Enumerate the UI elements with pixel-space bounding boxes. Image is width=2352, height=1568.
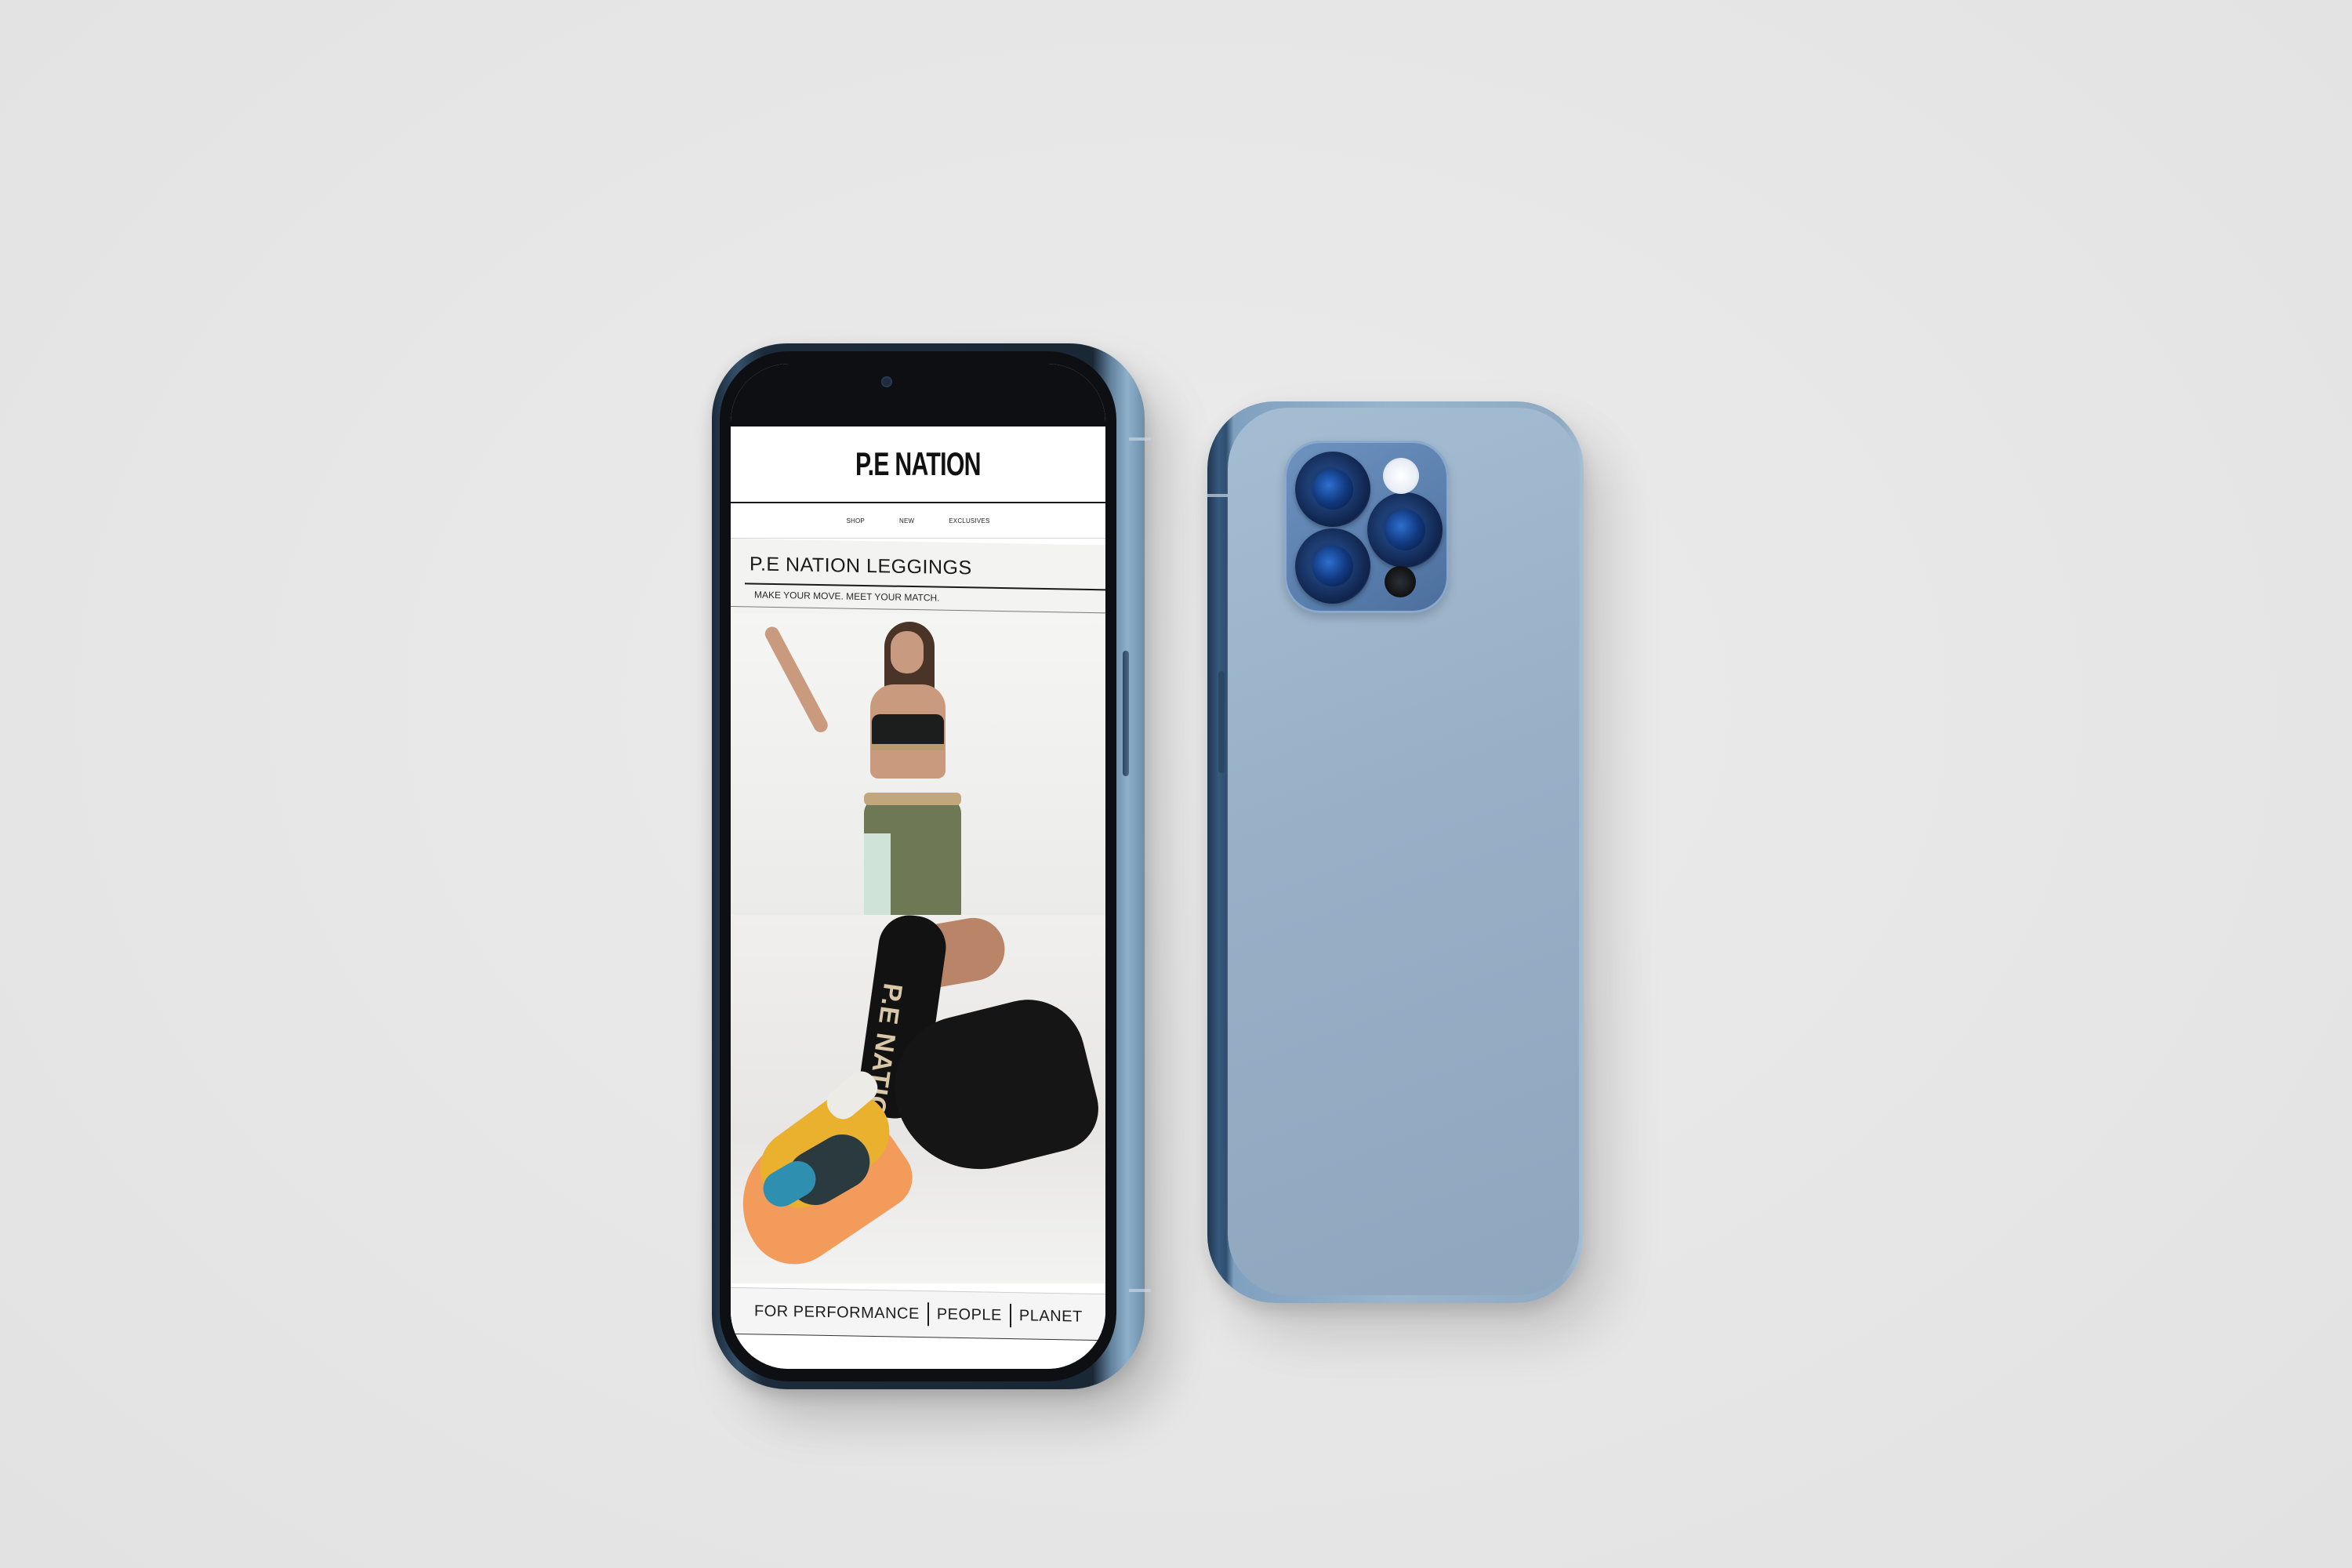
tagline-people[interactable]: PEOPLE bbox=[937, 1305, 1002, 1324]
front-phone: P.E NATION SHOP NEW EXCLUSIVES P.E NATIO… bbox=[712, 343, 1151, 1389]
antenna-band bbox=[1129, 437, 1151, 441]
camera-lens-icon bbox=[1367, 492, 1443, 568]
brand-logo[interactable]: P.E NATION bbox=[855, 445, 981, 483]
hero-title: P.E NATION LEGGINGS bbox=[750, 553, 972, 579]
power-button bbox=[1123, 651, 1129, 776]
shorts-waistband bbox=[864, 793, 961, 805]
tagline-separator bbox=[1009, 1304, 1011, 1328]
notch bbox=[840, 364, 994, 411]
side-button bbox=[1218, 671, 1225, 773]
model-photo[interactable] bbox=[731, 614, 1105, 915]
website: P.E NATION SHOP NEW EXCLUSIVES P.E NATIO… bbox=[731, 426, 1105, 1369]
camera-lens-icon bbox=[1295, 452, 1370, 527]
leggings-photo[interactable]: P.E NATION bbox=[731, 915, 1105, 1283]
status-area bbox=[731, 364, 1105, 426]
nav-item-new[interactable]: NEW bbox=[899, 517, 914, 524]
model-arm bbox=[762, 624, 830, 735]
nav-item-exclusives[interactable]: EXCLUSIVES bbox=[949, 517, 989, 524]
antenna-band bbox=[1207, 494, 1229, 497]
front-camera-icon bbox=[881, 376, 892, 387]
tagline-performance[interactable]: FOR PERFORMANCE bbox=[754, 1302, 920, 1323]
header: P.E NATION bbox=[731, 426, 1105, 503]
tagline-planet[interactable]: PLANET bbox=[1019, 1307, 1083, 1326]
back-phone bbox=[1207, 401, 1584, 1303]
hero-subtitle: MAKE YOUR MOVE. MEET YOUR MATCH. bbox=[754, 589, 940, 604]
phone-screen: P.E NATION SHOP NEW EXCLUSIVES P.E NATIO… bbox=[731, 364, 1105, 1369]
antenna-band bbox=[1129, 1289, 1151, 1292]
nav-item-shop[interactable]: SHOP bbox=[847, 517, 865, 524]
tagline-bar: FOR PERFORMANCE PEOPLE PLANET bbox=[731, 1287, 1105, 1341]
back-glass bbox=[1228, 408, 1579, 1295]
lidar-sensor-icon bbox=[1385, 566, 1416, 597]
flash-icon bbox=[1383, 458, 1419, 494]
divider bbox=[731, 606, 1105, 614]
camera-module bbox=[1284, 441, 1449, 613]
main-nav: SHOP NEW EXCLUSIVES bbox=[731, 503, 1105, 539]
shorts-panel bbox=[864, 833, 891, 915]
sports-bra-band bbox=[872, 744, 944, 750]
hero-header: P.E NATION LEGGINGS MAKE YOUR MOVE. MEET… bbox=[731, 539, 1105, 621]
mockup-stage: P.E NATION SHOP NEW EXCLUSIVES P.E NATIO… bbox=[0, 0, 2352, 1568]
tagline-separator bbox=[927, 1302, 929, 1327]
model-face bbox=[891, 631, 924, 673]
camera-lens-icon bbox=[1295, 528, 1370, 604]
